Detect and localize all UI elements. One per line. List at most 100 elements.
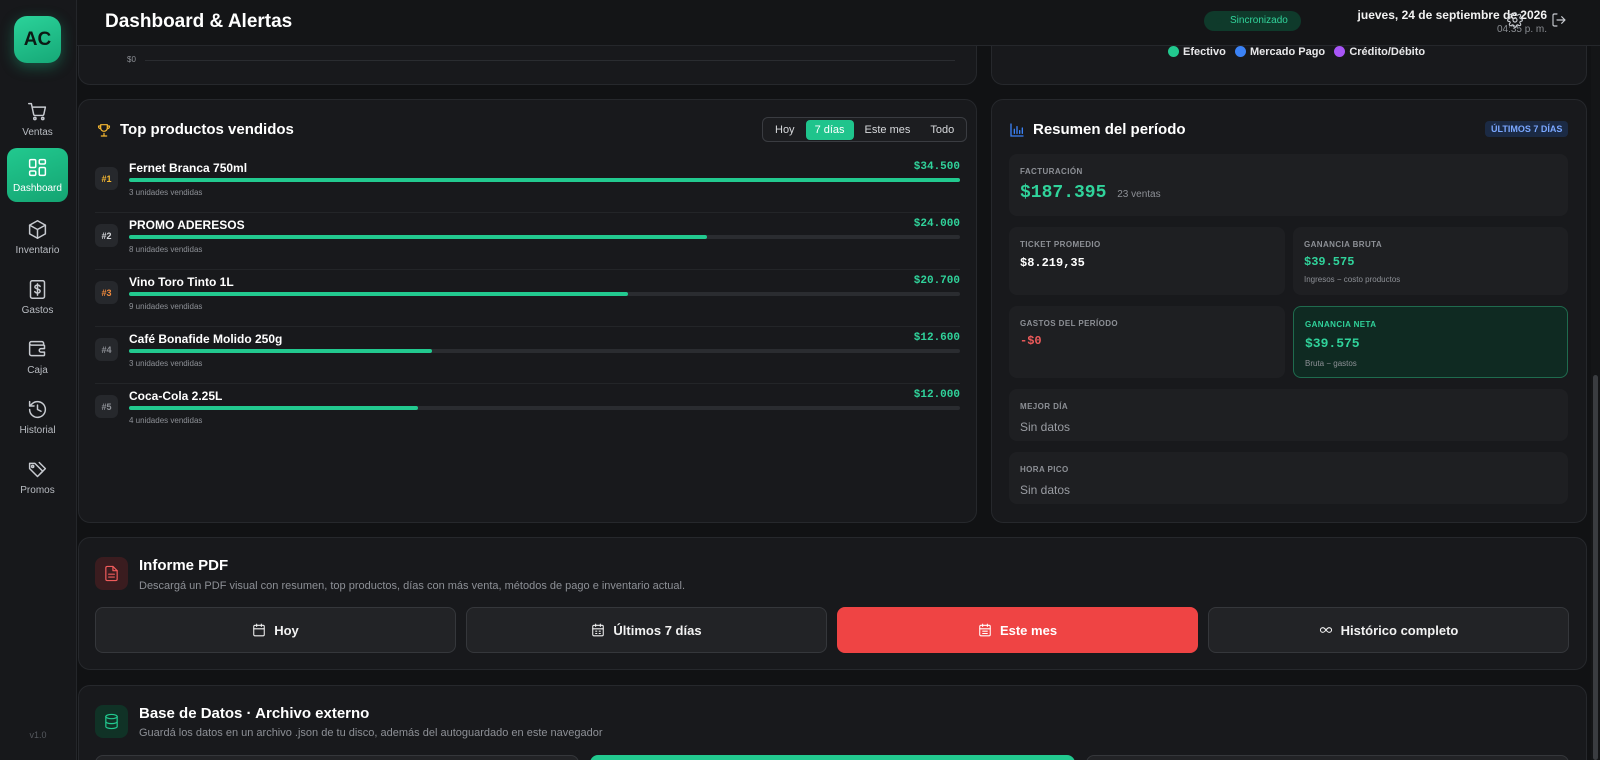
- infinity-icon: [1319, 627, 1332, 633]
- pdf-este-mes-button[interactable]: Este mes: [837, 607, 1198, 653]
- stat-mejor-dia: MEJOR DÍA Sin datos: [1009, 389, 1568, 441]
- row-divider: [95, 212, 960, 213]
- wallet-icon: [28, 340, 46, 356]
- product-name: Vino Toro Tinto 1L: [129, 275, 234, 289]
- product-units: 3 unidades vendidas: [129, 188, 203, 197]
- product-bar-track: [129, 178, 960, 182]
- stat-label: MEJOR DÍA: [1020, 402, 1069, 411]
- product-rank-badge: #4: [95, 338, 118, 361]
- product-bar-fill: [129, 292, 628, 296]
- stat-ganancia-neta: GANANCIA NETA $39.575 Bruta − gastos: [1293, 306, 1568, 378]
- dot-icon: [1334, 46, 1346, 57]
- stat-value: Sin datos: [1020, 483, 1071, 497]
- stat-facturacion: FACTURACIÓN $187.395 23 ventas: [1009, 154, 1568, 216]
- pdf-report-icon-box: [95, 557, 128, 590]
- stat-label: HORA PICO: [1020, 465, 1069, 474]
- db-export-button[interactable]: [95, 755, 579, 760]
- document-icon: [105, 565, 118, 582]
- stat-hora-pico: HORA PICO Sin datos: [1009, 452, 1568, 504]
- app-logo[interactable]: AC: [14, 16, 61, 63]
- sidebar-item-historial[interactable]: Historial: [7, 390, 68, 444]
- sidebar-item-gastos[interactable]: Gastos: [7, 270, 68, 324]
- sync-dot-icon: [1216, 18, 1222, 24]
- stat-value: Sin datos: [1020, 420, 1071, 434]
- product-bar-fill: [129, 178, 960, 182]
- pdf-hoy-button[interactable]: Hoy: [95, 607, 456, 653]
- dot-icon: [1234, 46, 1246, 57]
- period-badge: ÚLTIMOS 7 DÍAS: [1485, 121, 1569, 137]
- payment-legend: Efectivo Mercado Pago Crédito/Débito: [1168, 46, 1425, 58]
- stat-label: FACTURACIÓN: [1020, 167, 1083, 176]
- grid-icon: [28, 158, 47, 176]
- logout-button[interactable]: [1551, 12, 1571, 32]
- cart-icon: [28, 102, 47, 120]
- stat-value: -$0: [1020, 334, 1042, 348]
- dot-icon: [1168, 46, 1179, 57]
- sidebar-item-label: Inventario: [15, 244, 60, 256]
- sidebar-item-label: Ventas: [22, 126, 53, 138]
- product-rank-badge: #5: [95, 395, 118, 418]
- database-title: Base de Datos · Archivo externo: [139, 705, 370, 722]
- product-rank-badge: #2: [95, 224, 118, 247]
- bar-chart-icon: [1010, 122, 1024, 137]
- product-revenue: $12.600: [913, 332, 960, 344]
- product-bar-fill: [129, 235, 708, 239]
- sidebar-item-caja[interactable]: Caja: [7, 330, 68, 384]
- stat-label: GASTOS DEL PERÍODO: [1020, 319, 1119, 328]
- sidebar-item-inventario[interactable]: Inventario: [7, 210, 68, 264]
- sidebar-item-label: Dashboard: [13, 182, 62, 194]
- db-save-button[interactable]: [590, 755, 1075, 760]
- calendar-icon: [592, 623, 605, 637]
- sidebar-item-label: Historial: [19, 424, 56, 436]
- chart-axis-label: $0: [127, 55, 136, 64]
- row-divider: [95, 326, 960, 327]
- stat-value: $187.395 23 ventas: [1020, 183, 1161, 203]
- button-label: Hoy: [274, 622, 299, 638]
- product-name: Café Bonafide Molido 250g: [129, 332, 283, 346]
- page-scrollbar-thumb[interactable]: [1593, 375, 1598, 760]
- database-icon-box: [95, 705, 128, 738]
- sidebar-item-ventas[interactable]: Ventas: [7, 92, 68, 146]
- box-icon: [28, 219, 47, 239]
- logout-icon: [1552, 13, 1566, 27]
- filter-7-dias[interactable]: 7 días: [805, 119, 854, 140]
- calendar-icon: [253, 623, 265, 637]
- button-label: Histórico completo: [1340, 622, 1459, 638]
- filter-este-mes[interactable]: Este mes: [856, 120, 920, 140]
- sidebar-item-dashboard[interactable]: Dashboard: [7, 148, 68, 202]
- product-row: #3 Vino Toro Tinto 1L $20.700 9 unidades ve…: [95, 271, 960, 327]
- sidebar-item-label: Promos: [20, 484, 55, 496]
- stat-value: $39.575: [1304, 255, 1355, 269]
- stat-label: TICKET PROMEDIO: [1020, 240, 1101, 249]
- product-row: #5 Coca-Cola 2.25L $12.000 4 unidades vendi…: [95, 385, 960, 441]
- calendar-icon: [979, 623, 991, 637]
- history-icon: [28, 400, 47, 418]
- product-bar-track: [129, 406, 960, 410]
- filter-hoy[interactable]: Hoy: [766, 120, 804, 140]
- stat-sub: Bruta − gastos: [1305, 359, 1357, 368]
- product-rank-badge: #3: [95, 281, 118, 304]
- database-description: Guardá los datos en un archivo .json de …: [139, 727, 603, 739]
- summary-title: Resumen del período: [1009, 121, 1186, 138]
- sidebar-item-promos[interactable]: Promos: [7, 450, 68, 504]
- legend-efectivo: Efectivo: [1168, 46, 1226, 58]
- pdf-ultimos-7-dias-button[interactable]: Últimos 7 días: [466, 607, 827, 653]
- pdf-historico-completo-button[interactable]: Histórico completo: [1208, 607, 1569, 653]
- product-units: 3 unidades vendidas: [129, 359, 203, 368]
- row-divider: [95, 383, 960, 384]
- stat-label: GANANCIA BRUTA: [1304, 240, 1383, 249]
- filter-todo[interactable]: Todo: [921, 120, 963, 140]
- product-bar-fill: [129, 349, 433, 353]
- stat-gastos: GASTOS DEL PERÍODO -$0: [1009, 306, 1285, 378]
- pdf-report-description: Descargá un PDF visual con resumen, top …: [139, 580, 686, 592]
- sidebar-item-label: Caja: [27, 364, 48, 376]
- settings-button[interactable]: [1507, 12, 1527, 32]
- db-import-button[interactable]: [1086, 755, 1569, 760]
- stat-ganancia-bruta: GANANCIA BRUTA $39.575 Ingresos − costo …: [1293, 227, 1568, 295]
- product-revenue: $24.000: [913, 218, 960, 230]
- app-root: AC Ventas Dashboard Inventario Gastos Ca…: [0, 0, 1600, 760]
- stat-label: GANANCIA NETA: [1305, 320, 1377, 329]
- product-revenue: $34.500: [913, 161, 960, 173]
- button-label: Últimos 7 días: [613, 622, 702, 638]
- button-label: Este mes: [999, 622, 1058, 638]
